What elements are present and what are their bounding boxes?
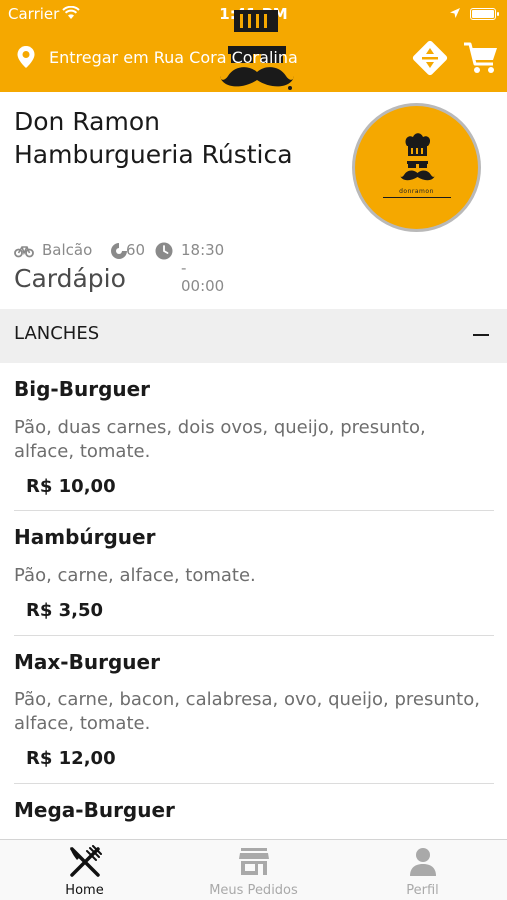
collapse-icon[interactable] — [473, 334, 489, 336]
item-price: R$ 10,00 — [26, 476, 116, 497]
tab-label: Home — [65, 883, 104, 898]
tab-label: Perfil — [406, 883, 439, 898]
service-type: Balcão — [42, 241, 93, 259]
item-description: Pão, carne, alface, tomate. — [14, 565, 256, 586]
divider — [14, 635, 494, 636]
item-name: Mega-Burguer — [14, 798, 175, 822]
prep-time: 60 — [126, 241, 146, 259]
item-price: R$ 3,50 — [26, 600, 104, 621]
user-icon — [410, 848, 436, 876]
category-header[interactable]: LANCHES — [0, 309, 507, 363]
item-name: Max-Burguer — [14, 650, 160, 674]
fork-knife-icon — [70, 845, 102, 877]
tab-profile[interactable]: Perfil — [338, 840, 507, 900]
restaurant-name: Don Ramon Hamburgueria Rústica — [14, 107, 293, 169]
location-pin-icon — [17, 46, 35, 68]
tab-label: Meus Pedidos — [209, 883, 298, 898]
item-price: R$ 12,00 — [26, 748, 116, 769]
opening-hours: 18:30 - 00:00 — [181, 241, 225, 295]
location-arrow-icon — [450, 8, 460, 18]
battery-icon — [470, 8, 499, 20]
divider — [14, 510, 494, 511]
item-description: Pão, carne, bacon, calabresa, ovo, queij… — [14, 689, 480, 734]
item-description: Pão, duas carnes, dois ovos, queijo, pre… — [14, 417, 426, 462]
bicycle-icon — [14, 246, 34, 258]
tab-bar: Home Meus Pedidos Perfil — [0, 839, 507, 900]
menu-title: Cardápio — [14, 264, 126, 293]
app-screen: Carrier 1:41 PM — [0, 0, 507, 900]
store-icon — [239, 848, 269, 875]
clock-icon — [155, 242, 173, 260]
tab-home[interactable]: Home — [0, 840, 169, 900]
mustache-logo-icon — [220, 10, 294, 90]
item-name: Big-Burguer — [14, 377, 151, 401]
chef-mustache-logo-icon — [383, 133, 451, 198]
delivery-address[interactable]: Entregar em Rua Cora Coralina — [49, 48, 298, 67]
cart-icon[interactable] — [461, 38, 501, 78]
divider — [14, 783, 494, 784]
tab-orders[interactable]: Meus Pedidos — [169, 840, 338, 900]
restaurant-logo: donramon — [352, 103, 481, 232]
sort-filter-button[interactable] — [409, 37, 451, 79]
logo-brand-text: donramon — [399, 188, 434, 195]
item-name: Hambúrguer — [14, 525, 156, 549]
category-label: LANCHES — [14, 323, 100, 344]
app-header: Carrier 1:41 PM — [0, 0, 507, 92]
